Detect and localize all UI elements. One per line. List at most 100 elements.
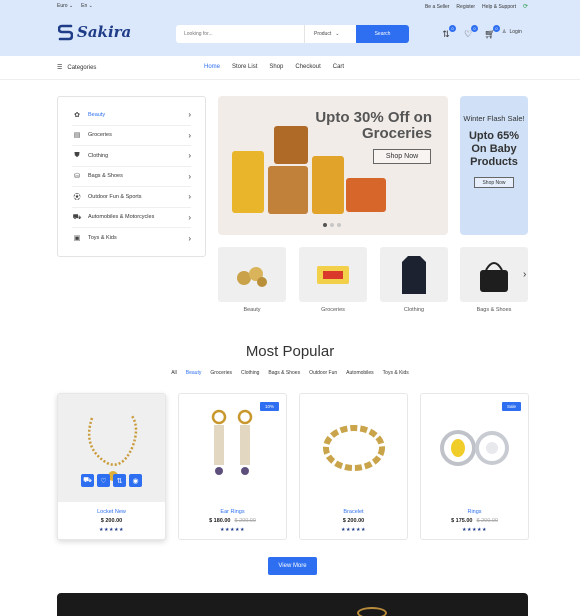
tab-outdoor-fun[interactable]: Outdoor Fun [309,370,337,376]
nav-store-list[interactable]: Store List [232,64,257,70]
product-name[interactable]: Locket New [58,509,165,515]
sidebar-item-bags-shoes[interactable]: ⛁ Bags & Shoes › [72,167,191,187]
sidebar-item-groceries[interactable]: ▤ Groceries › [72,126,191,146]
nav-cart[interactable]: Cart [333,64,344,70]
category-card-groceries[interactable] [299,247,367,302]
chevron-right-icon: › [188,171,191,181]
category-label: Groceries [321,307,345,313]
product-card[interactable]: 10% Ear Rings $ 180.00 $ 200.00 ★★★★★ [178,393,287,540]
tab-bags-shoes[interactable]: Bags & Shoes [268,370,300,376]
login-button[interactable]: ♙ Login [502,29,522,35]
discount-badge: 10% [259,402,279,411]
flash-sale-title: Winter Flash Sale! [463,114,525,123]
sidebar-item-beauty[interactable]: ✿ Beauty › [72,105,191,126]
bottom-banner[interactable] [57,593,528,616]
tab-automobiles[interactable]: Automobiles [346,370,374,376]
hero-shop-now-button[interactable]: Shop Now [373,149,431,164]
toys-icon: ▣ [73,235,81,243]
refresh-icon[interactable]: ⟳ [523,3,528,10]
search-button[interactable]: Search [356,25,409,43]
product-name[interactable]: Rings [421,509,528,515]
chevron-right-icon[interactable]: › [523,269,526,280]
grocery-product-image [268,166,308,214]
category-card-beauty[interactable] [218,247,286,302]
eye-icon[interactable]: ◉ [129,474,142,487]
category-card-bags-shoes[interactable] [460,247,528,302]
sidebar-item-clothing[interactable]: ⛊ Clothing › [72,146,191,167]
old-price: $ 200.00 [476,518,498,524]
rating-stars: ★★★★★ [341,527,366,533]
product-card[interactable]: Bracelet $ 200.00 ★★★★★ [299,393,408,540]
view-more-button[interactable]: View More [268,557,317,575]
rating-stars: ★★★★★ [99,527,124,533]
sidebar-item-outdoor-sports[interactable]: ⚽︎ Outdoor Fun & Sports › [72,187,191,208]
nav-shop[interactable]: Shop [269,64,283,70]
groceries-icon: ▤ [73,132,81,140]
hero-title: Upto 30% Off on Groceries [315,109,432,142]
compare-icon[interactable]: ⇅ [113,474,126,487]
product-card[interactable]: Sale Rings $ 175.00 $ 200.00 ★★★★★ [420,393,529,540]
product-card[interactable]: ⛟ ♡ ⇅ ◉ Locket New $ 200.00 ★★★★★ [57,393,166,540]
currency-selector[interactable]: Euro ⌄ [57,3,73,9]
product-image [300,394,407,502]
carousel-dots [323,223,341,227]
tab-all[interactable]: All [171,370,177,376]
tab-beauty[interactable]: Beauty [186,370,202,376]
sidebar-item-toys-kids[interactable]: ▣ Toys & Kids › [72,228,191,249]
grocery-product-image [346,178,386,212]
clothing-icon: ⛊ [74,151,80,159]
bag-product-image [480,261,508,292]
nav-checkout[interactable]: Checkout [295,64,320,70]
filter-tabs: All Beauty Groceries Clothing Bags & Sho… [0,370,580,376]
be-a-seller-link[interactable]: Be a Seller [425,4,449,10]
product-name[interactable]: Ear Rings [179,509,286,515]
help-support-link[interactable]: Help & Support [482,4,516,10]
main-nav: ☰ Categories Home Store List Shop Checko… [0,56,580,80]
tab-groceries[interactable]: Groceries [210,370,232,376]
product-price: $ 180.00 $ 200.00 [209,518,256,524]
search-input[interactable] [176,25,304,43]
chevron-right-icon: › [188,110,191,120]
add-to-cart-icon[interactable]: ⛟ [81,474,94,487]
sidebar-item-automobiles[interactable]: ⛟ Automobiles & Motorcycles › [72,208,191,228]
brand-logo[interactable]: Sakira [58,23,131,41]
car-icon: ⛟ [72,213,82,221]
heart-icon[interactable]: ♡ 0 [462,25,478,40]
language-selector[interactable]: En ⌄ [81,3,93,9]
register-link[interactable]: Register [456,4,475,10]
category-carousel: ‹ Beauty Groceries Clothing Bags & Shoes… [214,247,534,317]
user-icon: ♙ [502,29,507,35]
carousel-dot[interactable] [330,223,334,227]
groceries-product-image [317,265,349,284]
sports-icon: ⚽︎ [73,193,81,201]
beauty-product-image [237,266,267,287]
section-title: Most Popular [245,343,335,360]
product-actions: ⛟ ♡ ⇅ ◉ [81,474,142,487]
grocery-product-image [312,156,344,214]
hero-banner[interactable]: Upto 30% Off on Groceries Shop Now [218,96,448,235]
grocery-product-image [232,151,264,213]
rating-stars: ★★★★★ [462,527,487,533]
sale-badge: Sale [501,402,521,411]
old-price: $ 200.00 [234,518,256,524]
carousel-dot[interactable] [323,223,327,227]
product-name[interactable]: Bracelet [300,509,407,515]
heart-icon[interactable]: ♡ [97,474,110,487]
search-category-select[interactable]: Product ⌄ [304,25,356,43]
top-bar: Euro ⌄ En ⌄ Be a Seller Register Help & … [0,0,580,12]
carousel-dot[interactable] [337,223,341,227]
chevron-right-icon: › [188,192,191,202]
categories-menu-button[interactable]: ☰ Categories [57,64,96,72]
flash-shop-now-button[interactable]: Shop Now [474,177,514,188]
jewelry-image [357,607,387,616]
rating-stars: ★★★★★ [220,527,245,533]
category-label: Clothing [403,307,425,313]
category-card-clothing[interactable] [380,247,448,302]
tab-toys-kids[interactable]: Toys & Kids [383,370,409,376]
compare-icon[interactable]: ⇅ 0 [440,25,456,40]
tab-clothing[interactable]: Clothing [241,370,259,376]
flash-sale-banner[interactable]: Winter Flash Sale! Upto 65% On Baby Prod… [460,96,528,235]
nav-home[interactable]: Home [204,64,220,70]
brand-name: Sakira [77,23,132,41]
cart-icon[interactable]: 🛒︎ 0 [484,25,500,40]
